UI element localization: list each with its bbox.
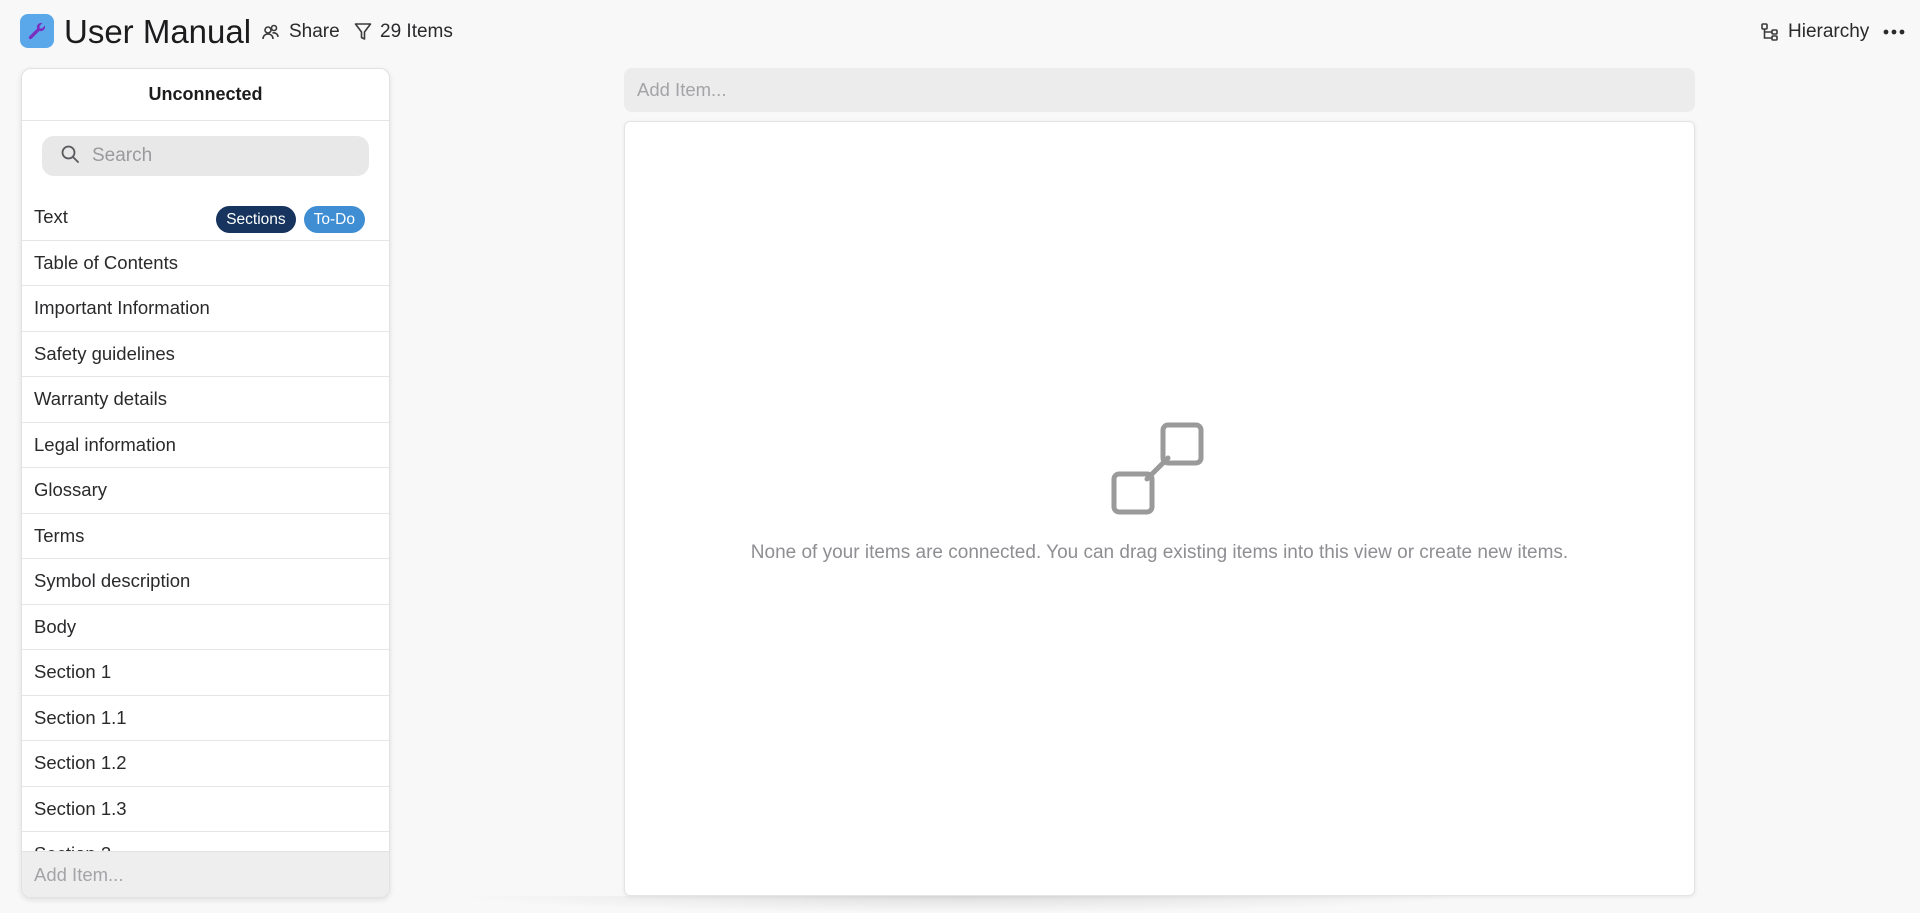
list-item[interactable]: Body	[22, 605, 389, 650]
list-item[interactable]: Important Information	[22, 286, 389, 332]
list-item-label: Section 1.2	[34, 752, 127, 774]
tag-group: Sections To-Do	[216, 206, 365, 233]
hierarchy-label: Hierarchy	[1788, 21, 1870, 42]
search-container	[22, 121, 389, 195]
list-item[interactable]: Symbol description	[22, 559, 389, 605]
bottom-shadow	[450, 896, 1470, 913]
share-button[interactable]: Share	[261, 19, 340, 45]
sidebar-add-item	[22, 851, 389, 897]
tag-todo[interactable]: To-Do	[303, 206, 365, 233]
list-item-label: Section 1	[34, 661, 112, 683]
sidebar-add-item-input[interactable]	[34, 863, 389, 886]
list-item-label: Warranty details	[34, 388, 167, 410]
list-item[interactable]: Legal information	[22, 423, 389, 468]
filter-button[interactable]: 29 Items	[354, 19, 453, 45]
panel-title: Unconnected	[22, 69, 389, 121]
list-item-label: Table of Contents	[34, 251, 178, 273]
list-item[interactable]: Terms	[22, 514, 389, 559]
list-item[interactable]: Table of Contents	[22, 241, 389, 286]
unconnected-list: Text Sections To-Do Table of Contents Im…	[22, 195, 389, 865]
hierarchy-canvas[interactable]: None of your items are connected. You ca…	[624, 121, 1695, 896]
search-input[interactable]	[92, 145, 352, 167]
list-item-label: Section 1.1	[34, 706, 127, 728]
list-item-label: Safety guidelines	[34, 342, 175, 364]
list-item[interactable]: Warranty details	[22, 377, 389, 423]
list-item[interactable]: Section 1.1	[22, 696, 389, 741]
list-item-label: Terms	[34, 524, 85, 546]
empty-state-message: None of your items are connected. You ca…	[750, 542, 1569, 563]
list-item-label: Glossary	[34, 479, 107, 501]
hierarchy-button[interactable]: Hierarchy	[1760, 19, 1869, 45]
filter-icon	[354, 22, 372, 42]
list-item-label: Legal information	[34, 433, 176, 455]
main-add-item-input[interactable]	[637, 79, 1695, 101]
list-item[interactable]: Section 1.2	[22, 741, 389, 787]
search-icon	[60, 144, 80, 169]
hierarchy-icon	[1760, 22, 1780, 42]
list-item-label: Section 1.3	[34, 797, 127, 819]
item-count-label: 29 Items	[380, 21, 453, 42]
wrench-icon[interactable]	[20, 14, 54, 48]
list-item-label: Body	[34, 615, 77, 637]
share-icon	[261, 22, 281, 42]
connected-squares-icon	[1111, 422, 1211, 527]
list-item[interactable]: Section 1	[22, 650, 389, 696]
tag-sections[interactable]: Sections	[216, 206, 296, 233]
share-label: Share	[289, 21, 340, 42]
search-field[interactable]	[42, 136, 369, 176]
list-item-label: Symbol description	[34, 570, 191, 592]
ellipsis-icon[interactable]	[1883, 19, 1905, 45]
list-item[interactable]: Glossary	[22, 468, 389, 514]
page-title: User Manual	[64, 13, 252, 50]
list-item-text[interactable]: Text Sections To-Do	[22, 195, 389, 241]
list-item-label: Text	[34, 206, 68, 228]
list-item[interactable]: Section 1.3	[22, 787, 389, 832]
top-bar: User Manual Share 29 Items Hierarchy	[0, 0, 1920, 64]
list-item[interactable]: Safety guidelines	[22, 332, 389, 377]
unconnected-panel: Unconnected Text Sections To-Do Table of…	[21, 68, 390, 898]
main-add-item	[624, 68, 1695, 112]
list-item-label: Important Information	[34, 297, 210, 319]
